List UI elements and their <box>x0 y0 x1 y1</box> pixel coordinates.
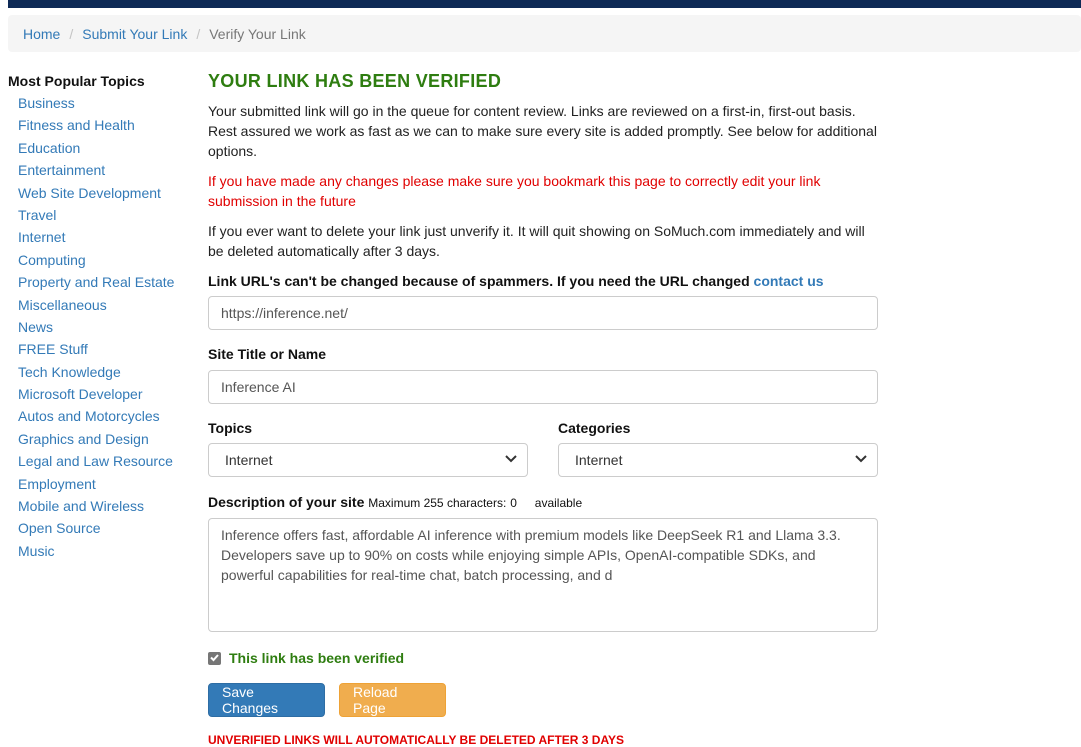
url-field-value: https://inference.net/ <box>221 305 348 321</box>
sidebar-item-internet[interactable]: Internet <box>18 229 65 245</box>
top-bar <box>8 0 1081 8</box>
sidebar-item-education[interactable]: Education <box>18 140 80 156</box>
reload-page-button[interactable]: Reload Page <box>339 683 446 717</box>
breadcrumb-separator: / <box>69 25 74 42</box>
bookmark-notice: If you have made any changes please make… <box>208 173 821 209</box>
sidebar-item-property-and-real-estate[interactable]: Property and Real Estate <box>18 274 174 290</box>
topics-group: Topics Internet <box>208 418 528 477</box>
breadcrumb: Home / Submit Your Link / Verify Your Li… <box>8 15 1081 52</box>
categories-selected-value: Internet <box>575 452 623 468</box>
categories-label: Categories <box>558 420 631 436</box>
contact-us-link[interactable]: contact us <box>754 273 824 289</box>
sidebar-item-mobile-and-wireless[interactable]: Mobile and Wireless <box>18 498 144 514</box>
topics-select[interactable]: Internet <box>208 443 528 477</box>
sidebar-item-employment[interactable]: Employment <box>18 476 96 492</box>
categories-group: Categories Internet <box>558 418 878 477</box>
description-textarea[interactable]: Inference offers fast, affordable AI inf… <box>208 518 878 632</box>
save-changes-button[interactable]: Save Changes <box>208 683 325 717</box>
sidebar-item-computing[interactable]: Computing <box>18 252 86 268</box>
sidebar: Most Popular Topics Business Fitness and… <box>8 72 198 562</box>
chars-count: 0 <box>510 496 517 510</box>
verified-row: This link has been verified <box>208 650 878 666</box>
delete-info-text: If you ever want to delete your link jus… <box>208 223 865 259</box>
sidebar-item-travel[interactable]: Travel <box>18 207 56 223</box>
sidebar-item-free-stuff[interactable]: FREE Stuff <box>18 341 88 357</box>
intro-text: Your submitted link will go in the queue… <box>208 103 877 159</box>
verified-checkbox[interactable] <box>208 651 221 665</box>
sidebar-item-fitness-and-health[interactable]: Fitness and Health <box>18 117 135 133</box>
max-chars-text: Maximum 255 characters: <box>368 496 507 510</box>
site-title-label: Site Title or Name <box>208 346 327 362</box>
url-label: Link URL's can't be changed because of s… <box>208 271 878 291</box>
sidebar-item-news[interactable]: News <box>18 319 53 335</box>
breadcrumb-submit-link[interactable]: Submit Your Link <box>82 26 187 42</box>
description-label-text: Description of your site <box>208 494 365 510</box>
url-label-text: Link URL's can't be changed because of s… <box>208 273 750 289</box>
check-icon <box>210 653 219 661</box>
sidebar-item-graphics-and-design[interactable]: Graphics and Design <box>18 431 149 447</box>
unverified-warning: UNVERIFIED LINKS WILL AUTOMATICALLY BE D… <box>208 733 625 747</box>
sidebar-item-entertainment[interactable]: Entertainment <box>18 162 105 178</box>
topics-selected-value: Internet <box>225 452 273 468</box>
main-content: YOUR LINK HAS BEEN VERIFIED Your submitt… <box>208 70 878 747</box>
description-textarea-value: Inference offers fast, affordable AI inf… <box>221 527 841 583</box>
sidebar-item-miscellaneous[interactable]: Miscellaneous <box>18 297 107 313</box>
sidebar-item-music[interactable]: Music <box>18 543 55 559</box>
action-buttons: Save Changes Reload Page <box>208 683 878 717</box>
site-title-field[interactable]: Inference AI <box>208 370 878 404</box>
topics-label: Topics <box>208 420 253 436</box>
page-title: YOUR LINK HAS BEEN VERIFIED <box>208 71 502 91</box>
topics-categories-row: Topics Internet Categories Internet <box>208 418 878 477</box>
sidebar-item-open-source[interactable]: Open Source <box>18 520 101 536</box>
sidebar-item-web-site-development[interactable]: Web Site Development <box>18 185 161 201</box>
site-title-field-value: Inference AI <box>221 379 296 395</box>
breadcrumb-separator: / <box>196 25 201 42</box>
chevron-down-icon <box>855 454 867 466</box>
sidebar-item-microsoft-developer[interactable]: Microsoft Developer <box>18 386 143 402</box>
categories-select[interactable]: Internet <box>558 443 878 477</box>
sidebar-item-autos-and-motorcycles[interactable]: Autos and Motorcycles <box>18 408 160 424</box>
chevron-down-icon <box>505 454 517 466</box>
verified-label: This link has been verified <box>229 650 405 666</box>
sidebar-title: Most Popular Topics <box>8 73 145 89</box>
sidebar-item-legal-and-law-resource[interactable]: Legal and Law Resource <box>18 453 173 469</box>
sidebar-topic-list: Business Fitness and Health Education En… <box>8 92 198 562</box>
sidebar-item-tech-knowledge[interactable]: Tech Knowledge <box>18 364 121 380</box>
available-text: available <box>534 496 583 510</box>
breadcrumb-current: Verify Your Link <box>209 25 306 42</box>
url-field[interactable]: https://inference.net/ <box>208 296 878 330</box>
description-label: Description of your site Maximum 255 cha… <box>208 492 878 513</box>
breadcrumb-home-link[interactable]: Home <box>23 26 60 42</box>
sidebar-item-business[interactable]: Business <box>18 95 75 111</box>
